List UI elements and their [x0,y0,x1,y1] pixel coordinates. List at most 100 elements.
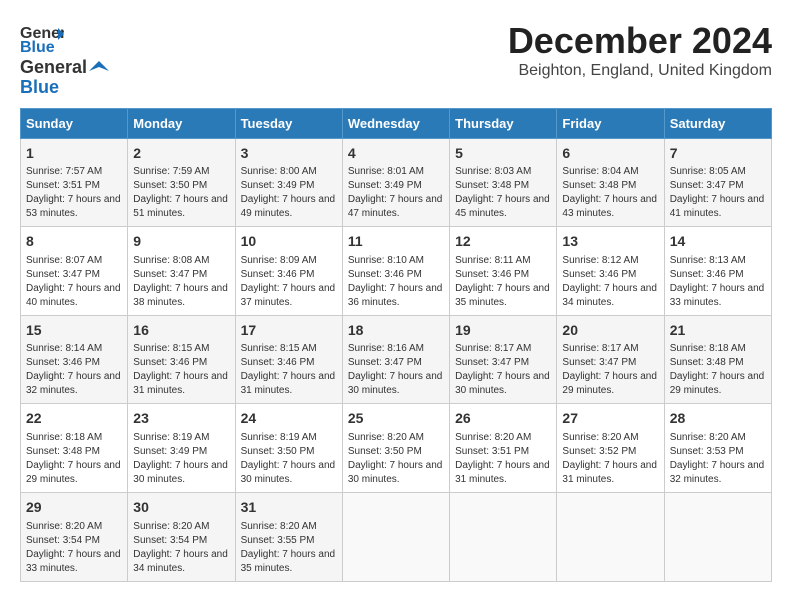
header-day-tuesday: Tuesday [235,108,342,138]
day-cell: 31Sunrise: 8:20 AMSunset: 3:55 PMDayligh… [235,492,342,581]
day-number: 17 [241,321,337,341]
day-cell: 24Sunrise: 8:19 AMSunset: 3:50 PMDayligh… [235,404,342,493]
day-number: 7 [670,144,766,164]
day-number: 16 [133,321,229,341]
header: General Blue General Blue December 2024 … [20,20,772,98]
day-number: 26 [455,409,551,429]
day-cell: 10Sunrise: 8:09 AMSunset: 3:46 PMDayligh… [235,227,342,316]
day-cell [664,492,771,581]
day-cell: 17Sunrise: 8:15 AMSunset: 3:46 PMDayligh… [235,315,342,404]
logo-blue: Blue [20,78,59,98]
day-number: 15 [26,321,122,341]
day-info: Sunrise: 8:18 AMSunset: 3:48 PMDaylight:… [670,342,766,398]
calendar-table: SundayMondayTuesdayWednesdayThursdayFrid… [20,108,772,582]
day-cell: 30Sunrise: 8:20 AMSunset: 3:54 PMDayligh… [128,492,235,581]
day-info: Sunrise: 8:15 AMSunset: 3:46 PMDaylight:… [133,342,229,398]
day-number: 22 [26,409,122,429]
day-cell: 27Sunrise: 8:20 AMSunset: 3:52 PMDayligh… [557,404,664,493]
day-number: 2 [133,144,229,164]
day-info: Sunrise: 8:14 AMSunset: 3:46 PMDaylight:… [26,342,122,398]
day-info: Sunrise: 8:01 AMSunset: 3:49 PMDaylight:… [348,165,444,221]
day-cell: 8Sunrise: 8:07 AMSunset: 3:47 PMDaylight… [21,227,128,316]
day-info: Sunrise: 8:20 AMSunset: 3:54 PMDaylight:… [26,520,122,576]
day-info: Sunrise: 8:17 AMSunset: 3:47 PMDaylight:… [455,342,551,398]
day-info: Sunrise: 8:19 AMSunset: 3:49 PMDaylight:… [133,431,229,487]
header-day-thursday: Thursday [450,108,557,138]
day-cell: 16Sunrise: 8:15 AMSunset: 3:46 PMDayligh… [128,315,235,404]
header-day-wednesday: Wednesday [342,108,449,138]
calendar-title: December 2024 [508,20,772,62]
day-cell: 7Sunrise: 8:05 AMSunset: 3:47 PMDaylight… [664,138,771,227]
day-number: 20 [562,321,658,341]
title-area: December 2024 Beighton, England, United … [508,20,772,80]
logo: General Blue General Blue [20,20,109,98]
day-number: 4 [348,144,444,164]
header-row: SundayMondayTuesdayWednesdayThursdayFrid… [21,108,772,138]
day-info: Sunrise: 8:10 AMSunset: 3:46 PMDaylight:… [348,254,444,310]
day-cell: 29Sunrise: 8:20 AMSunset: 3:54 PMDayligh… [21,492,128,581]
day-info: Sunrise: 8:11 AMSunset: 3:46 PMDaylight:… [455,254,551,310]
day-info: Sunrise: 8:17 AMSunset: 3:47 PMDaylight:… [562,342,658,398]
day-info: Sunrise: 8:05 AMSunset: 3:47 PMDaylight:… [670,165,766,221]
day-cell [557,492,664,581]
day-info: Sunrise: 8:20 AMSunset: 3:55 PMDaylight:… [241,520,337,576]
week-row-3: 15Sunrise: 8:14 AMSunset: 3:46 PMDayligh… [21,315,772,404]
day-cell: 28Sunrise: 8:20 AMSunset: 3:53 PMDayligh… [664,404,771,493]
header-day-monday: Monday [128,108,235,138]
day-number: 12 [455,232,551,252]
day-number: 9 [133,232,229,252]
day-info: Sunrise: 7:59 AMSunset: 3:50 PMDaylight:… [133,165,229,221]
day-number: 11 [348,232,444,252]
day-number: 23 [133,409,229,429]
day-number: 29 [26,498,122,518]
logo-general: General [20,57,87,77]
day-cell: 11Sunrise: 8:10 AMSunset: 3:46 PMDayligh… [342,227,449,316]
logo-icon: General Blue [20,20,64,56]
week-row-5: 29Sunrise: 8:20 AMSunset: 3:54 PMDayligh… [21,492,772,581]
day-info: Sunrise: 8:19 AMSunset: 3:50 PMDaylight:… [241,431,337,487]
header-day-sunday: Sunday [21,108,128,138]
day-info: Sunrise: 8:20 AMSunset: 3:54 PMDaylight:… [133,520,229,576]
calendar-subtitle: Beighton, England, United Kingdom [508,62,772,80]
day-info: Sunrise: 8:13 AMSunset: 3:46 PMDaylight:… [670,254,766,310]
day-cell: 5Sunrise: 8:03 AMSunset: 3:48 PMDaylight… [450,138,557,227]
day-info: Sunrise: 8:04 AMSunset: 3:48 PMDaylight:… [562,165,658,221]
day-number: 3 [241,144,337,164]
day-info: Sunrise: 8:15 AMSunset: 3:46 PMDaylight:… [241,342,337,398]
day-info: Sunrise: 8:09 AMSunset: 3:46 PMDaylight:… [241,254,337,310]
day-cell: 15Sunrise: 8:14 AMSunset: 3:46 PMDayligh… [21,315,128,404]
day-cell: 14Sunrise: 8:13 AMSunset: 3:46 PMDayligh… [664,227,771,316]
day-number: 18 [348,321,444,341]
day-cell [450,492,557,581]
day-cell: 22Sunrise: 8:18 AMSunset: 3:48 PMDayligh… [21,404,128,493]
day-cell: 21Sunrise: 8:18 AMSunset: 3:48 PMDayligh… [664,315,771,404]
header-day-friday: Friday [557,108,664,138]
day-cell: 2Sunrise: 7:59 AMSunset: 3:50 PMDaylight… [128,138,235,227]
day-number: 14 [670,232,766,252]
day-cell: 9Sunrise: 8:08 AMSunset: 3:47 PMDaylight… [128,227,235,316]
day-number: 30 [133,498,229,518]
day-cell: 6Sunrise: 8:04 AMSunset: 3:48 PMDaylight… [557,138,664,227]
day-number: 19 [455,321,551,341]
day-number: 21 [670,321,766,341]
day-info: Sunrise: 8:20 AMSunset: 3:51 PMDaylight:… [455,431,551,487]
day-info: Sunrise: 8:20 AMSunset: 3:50 PMDaylight:… [348,431,444,487]
day-cell: 1Sunrise: 7:57 AMSunset: 3:51 PMDaylight… [21,138,128,227]
day-number: 1 [26,144,122,164]
day-cell: 18Sunrise: 8:16 AMSunset: 3:47 PMDayligh… [342,315,449,404]
day-cell: 12Sunrise: 8:11 AMSunset: 3:46 PMDayligh… [450,227,557,316]
day-number: 13 [562,232,658,252]
day-cell: 13Sunrise: 8:12 AMSunset: 3:46 PMDayligh… [557,227,664,316]
day-info: Sunrise: 8:03 AMSunset: 3:48 PMDaylight:… [455,165,551,221]
day-cell [342,492,449,581]
day-number: 25 [348,409,444,429]
logo-bird [89,61,109,75]
week-row-4: 22Sunrise: 8:18 AMSunset: 3:48 PMDayligh… [21,404,772,493]
day-number: 5 [455,144,551,164]
day-info: Sunrise: 8:20 AMSunset: 3:52 PMDaylight:… [562,431,658,487]
day-info: Sunrise: 8:20 AMSunset: 3:53 PMDaylight:… [670,431,766,487]
day-number: 31 [241,498,337,518]
day-cell: 25Sunrise: 8:20 AMSunset: 3:50 PMDayligh… [342,404,449,493]
day-info: Sunrise: 8:07 AMSunset: 3:47 PMDaylight:… [26,254,122,310]
day-number: 28 [670,409,766,429]
